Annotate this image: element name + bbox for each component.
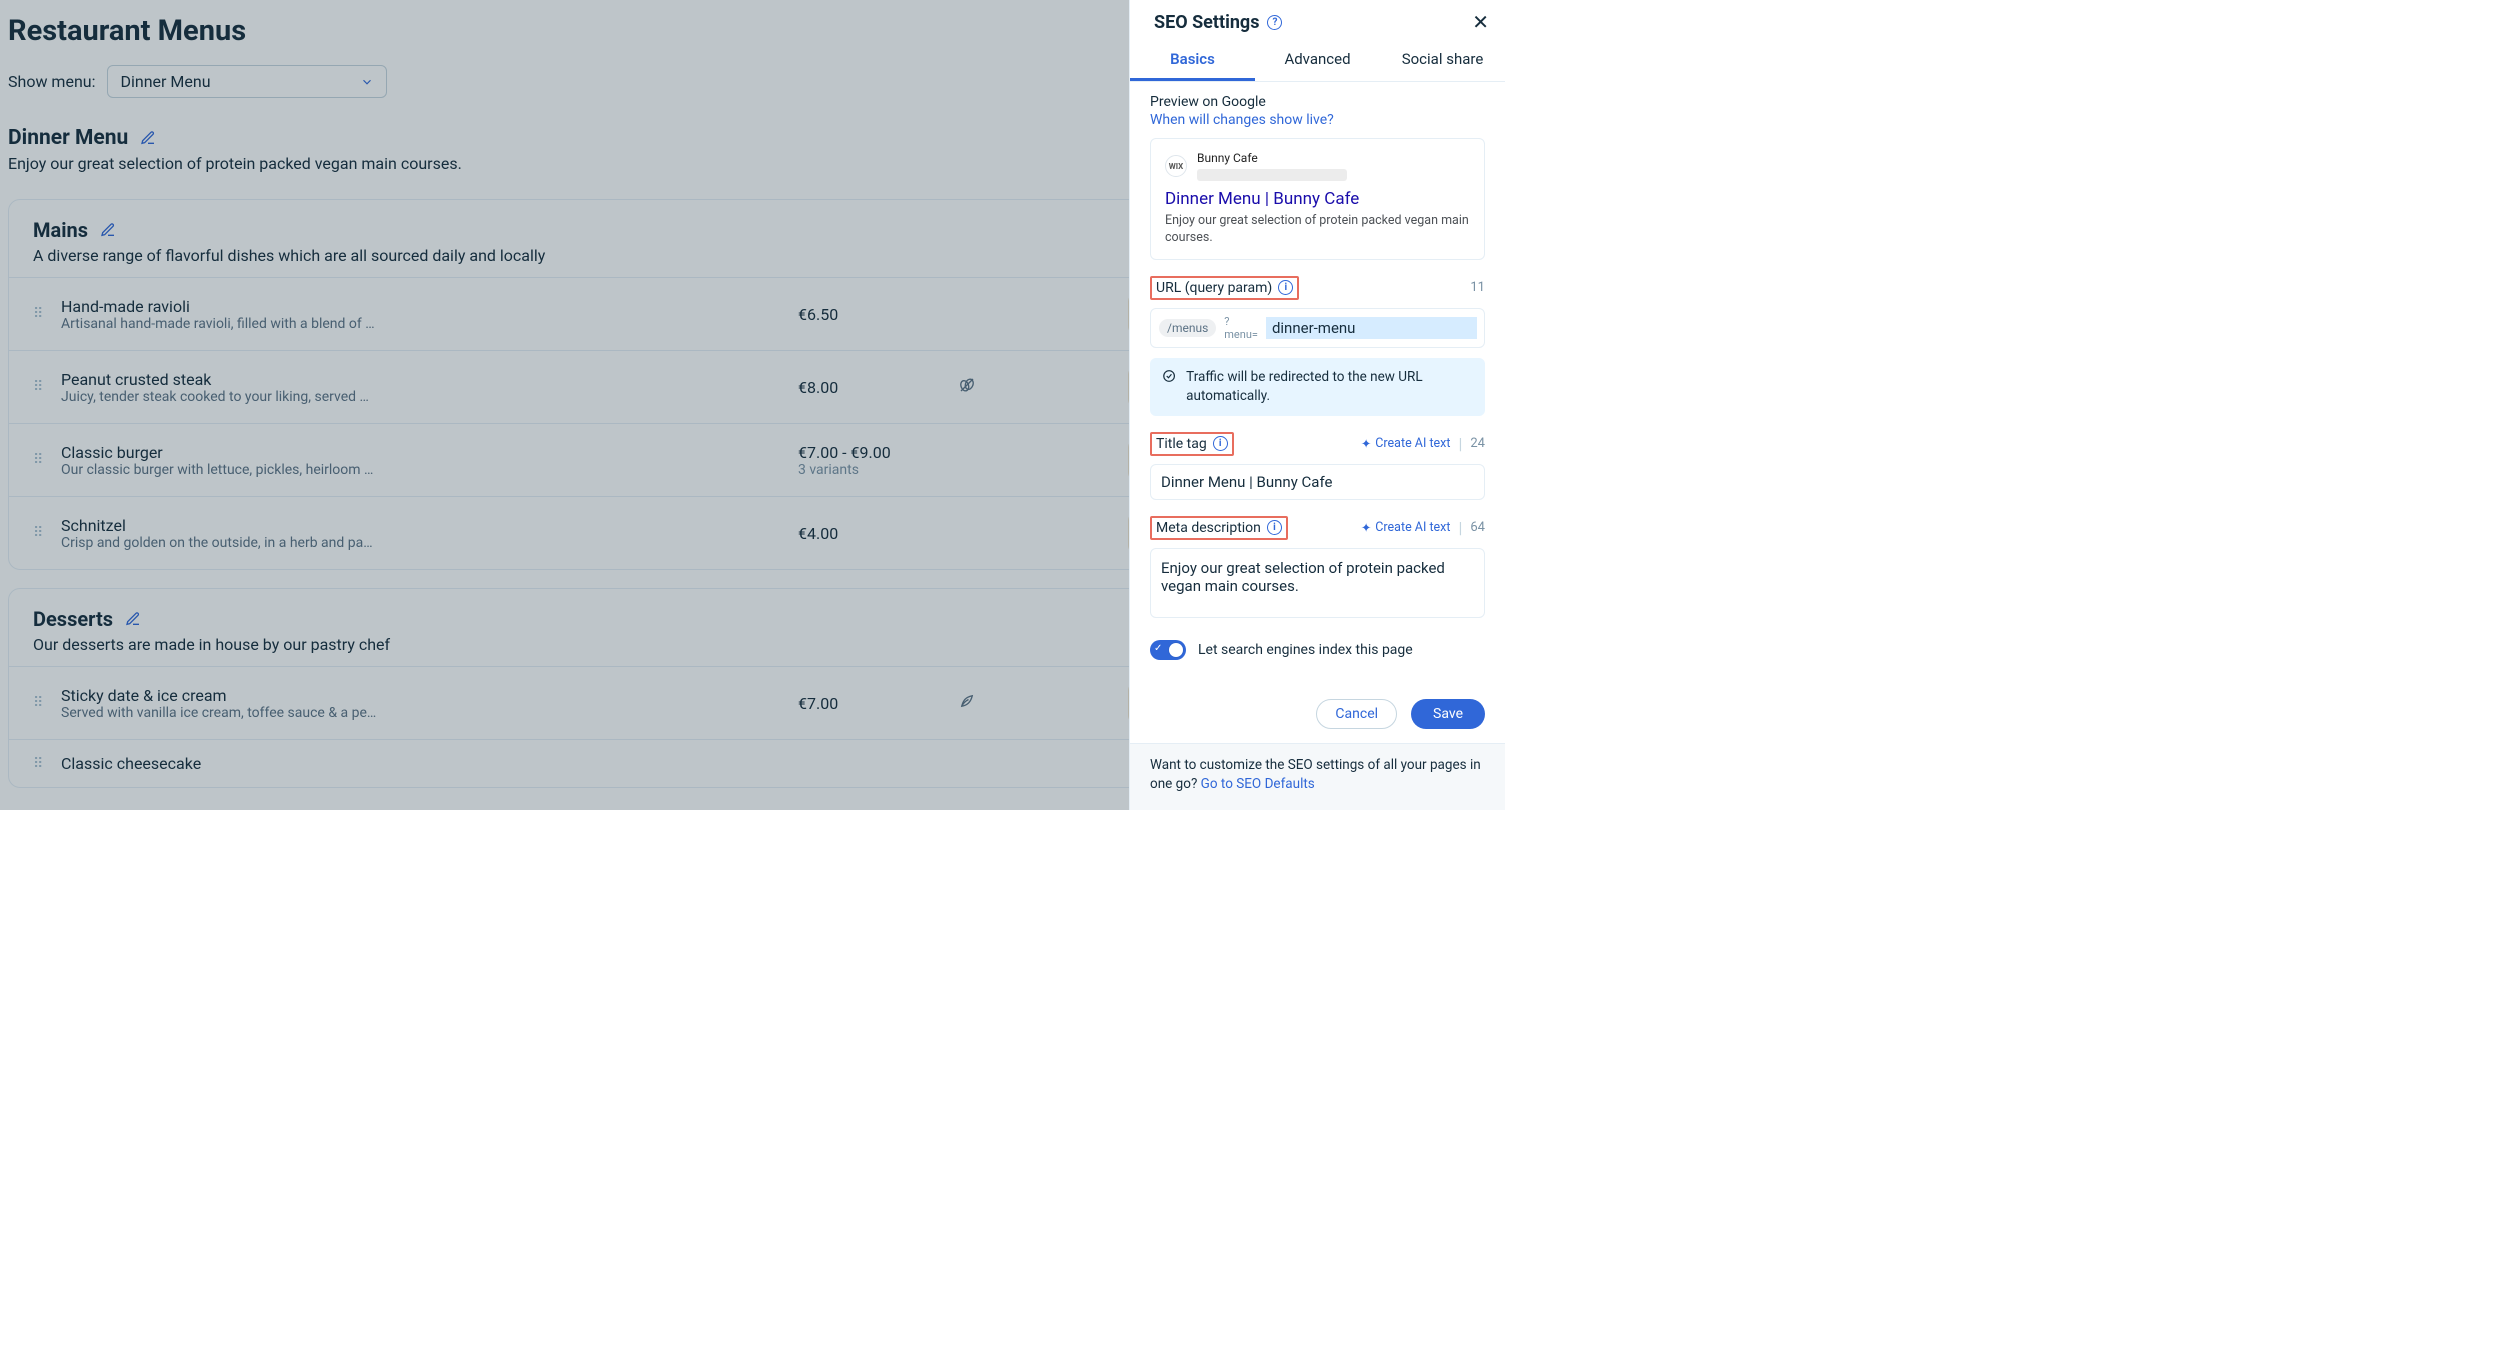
- check-icon: ✓: [1154, 643, 1162, 654]
- help-icon[interactable]: ?: [1267, 15, 1282, 30]
- index-toggle[interactable]: ✓: [1150, 640, 1186, 660]
- google-preview-card: WIX Bunny Cafe Dinner Menu | Bunny Cafe …: [1150, 138, 1485, 260]
- preview-site-name: Bunny Cafe: [1197, 151, 1347, 165]
- create-ai-text-button[interactable]: ✦Create AI text: [1361, 520, 1451, 536]
- check-circle-icon: [1162, 368, 1176, 384]
- title-char-count: 24: [1470, 436, 1485, 451]
- redirect-info: Traffic will be redirected to the new UR…: [1150, 358, 1485, 416]
- wix-logo-icon: WIX: [1165, 155, 1187, 177]
- meta-description-label: Meta description i: [1150, 516, 1288, 540]
- url-input[interactable]: [1266, 317, 1477, 339]
- preview-title: Dinner Menu | Bunny Cafe: [1165, 189, 1470, 209]
- sparkle-icon: ✦: [1361, 520, 1371, 536]
- sparkle-icon: ✦: [1361, 436, 1371, 452]
- blank-area: [1505, 0, 2498, 1348]
- url-char-count: 11: [1470, 280, 1485, 295]
- preview-link[interactable]: When will changes show live?: [1150, 112, 1485, 128]
- create-ai-text-button[interactable]: ✦Create AI text: [1361, 436, 1451, 452]
- panel-tabs: Basics Advanced Social share: [1130, 40, 1505, 82]
- url-base: /menus: [1159, 319, 1216, 337]
- redirect-message: Traffic will be redirected to the new UR…: [1186, 368, 1473, 406]
- tab-basics[interactable]: Basics: [1130, 40, 1255, 81]
- preview-label: Preview on Google: [1150, 94, 1485, 110]
- panel-footer: Want to customize the SEO settings of al…: [1130, 743, 1505, 810]
- tab-social-share[interactable]: Social share: [1380, 40, 1505, 81]
- cancel-button[interactable]: Cancel: [1316, 699, 1397, 729]
- info-icon[interactable]: i: [1213, 436, 1228, 451]
- url-query-prefix: ?menu=: [1224, 315, 1258, 341]
- preview-desc: Enjoy our great selection of protein pac…: [1165, 213, 1470, 247]
- seo-defaults-link[interactable]: Go to SEO Defaults: [1201, 776, 1315, 792]
- url-label: URL (query param) i: [1150, 276, 1299, 300]
- index-toggle-label: Let search engines index this page: [1198, 642, 1413, 658]
- close-icon[interactable]: ✕: [1468, 10, 1493, 34]
- title-tag-input[interactable]: [1150, 464, 1485, 500]
- meta-char-count: 64: [1470, 520, 1485, 535]
- info-icon[interactable]: i: [1267, 520, 1282, 535]
- tab-advanced[interactable]: Advanced: [1255, 40, 1380, 81]
- info-icon[interactable]: i: [1278, 280, 1293, 295]
- preview-url-placeholder: [1197, 169, 1347, 181]
- meta-description-input[interactable]: [1150, 548, 1485, 618]
- url-input-row: /menus ?menu=: [1150, 308, 1485, 348]
- seo-settings-panel: SEO Settings ? ✕ Basics Advanced Social …: [1129, 0, 1505, 810]
- title-tag-label: Title tag i: [1150, 432, 1234, 456]
- save-button[interactable]: Save: [1411, 699, 1485, 729]
- panel-title: SEO Settings: [1154, 12, 1259, 33]
- footer-text: Want to customize the SEO settings of al…: [1150, 757, 1481, 792]
